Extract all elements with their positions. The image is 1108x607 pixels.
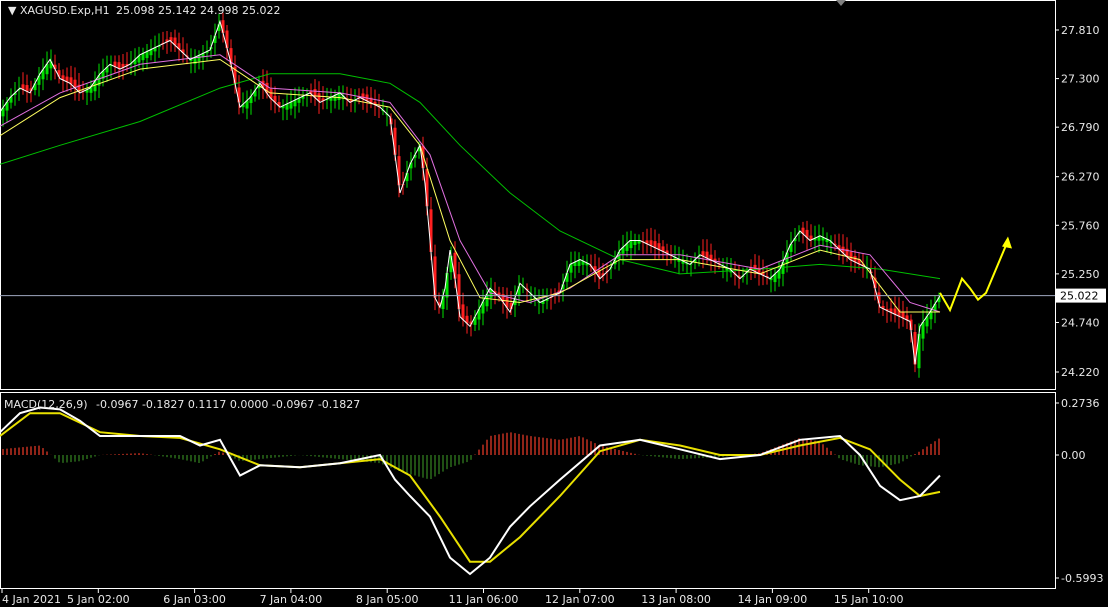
forecast-arrowhead-icon	[1002, 236, 1012, 249]
candle-body	[441, 295, 445, 309]
x-tick-label: 12 Jan 07:00	[545, 593, 615, 606]
x-tick-label: 7 Jan 04:00	[260, 593, 323, 606]
main-chart-frame	[0, 0, 1056, 390]
macd-values: -0.0967 -0.1827 0.1117 0.0000 -0.0967 -0…	[96, 398, 360, 411]
y-tick-label: 25.250	[1061, 268, 1100, 281]
candle-body	[461, 304, 465, 320]
ma-fast-line	[0, 19, 941, 365]
x-tick-label: 13 Jan 08:00	[641, 593, 711, 606]
x-tick-label: 6 Jan 03:00	[163, 593, 226, 606]
price-chart[interactable]: 27.810 27.300 26.790 26.270 25.760 25.250 24.7…	[0, 0, 1108, 607]
candle-body	[849, 251, 853, 261]
scroll-marker-icon[interactable]	[836, 0, 846, 6]
macd-line	[0, 406, 941, 576]
ma-mid-line	[0, 58, 940, 313]
y-tick-label: 27.810	[1061, 24, 1100, 37]
x-tick-label: 15 Jan 10:00	[834, 593, 904, 606]
current-price-label: 25.022	[1060, 290, 1099, 303]
axis-layer: 27.810 27.300 26.790 26.270 25.760 25.250 24.7…	[1, 24, 1106, 606]
forecast-arrow-line	[939, 240, 1009, 313]
candle-body	[629, 240, 633, 249]
main-series-layer	[0, 12, 1055, 378]
y-tick-label: 26.790	[1061, 121, 1100, 134]
x-tick-label: 5 Jan 02:00	[67, 593, 130, 606]
symbol-label: XAGUSD.Exp,H1	[20, 4, 110, 17]
dropdown-triangle-icon[interactable]: ▼	[8, 4, 17, 17]
x-tick-label: 11 Jan 06:00	[449, 593, 519, 606]
macd-chart-frame	[0, 392, 1056, 589]
y-tick-label: 27.300	[1061, 73, 1100, 86]
y-tick-label: 24.740	[1061, 316, 1100, 329]
y-tick-label: 25.760	[1061, 219, 1100, 232]
ma-long-line	[0, 73, 941, 280]
candle-body	[921, 321, 925, 339]
macd-y-tick-label: 0.2736	[1061, 397, 1100, 410]
y-tick-label: 24.220	[1061, 366, 1100, 379]
candle-body	[433, 256, 437, 298]
macd-series-layer	[0, 406, 941, 576]
x-tick-label: 14 Jan 09:00	[738, 593, 808, 606]
macd-y-tick-label: -0.5993	[1061, 572, 1103, 585]
ohlc-values: 25.098 25.142 24.998 25.022	[116, 4, 280, 17]
candle-body	[393, 127, 397, 155]
ma-slow-line	[0, 54, 941, 313]
candle-body	[633, 240, 637, 245]
x-tick-label: 8 Jan 05:00	[356, 593, 419, 606]
x-tick-label: 4 Jan 2021	[2, 593, 61, 606]
macd-y-tick-label: 0.00	[1061, 449, 1086, 462]
y-tick-label: 26.270	[1061, 171, 1100, 184]
macd-label: MACD(12,26,9)	[4, 398, 88, 411]
